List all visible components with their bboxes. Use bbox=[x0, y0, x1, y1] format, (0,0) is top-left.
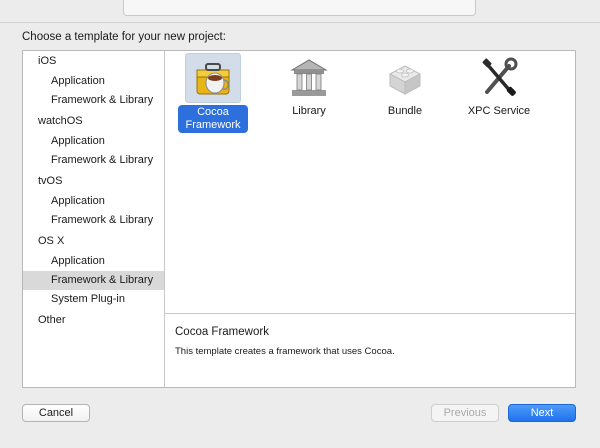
template-library[interactable]: Library bbox=[271, 51, 347, 133]
toolbar-field bbox=[123, 0, 476, 16]
platform-sidebar: iOS Application Framework & Library watc… bbox=[23, 51, 165, 387]
window-titlebar bbox=[0, 0, 600, 22]
sidebar-item-osx-application[interactable]: Application bbox=[23, 252, 164, 271]
sidebar-item-ios-framework-library[interactable]: Framework & Library bbox=[23, 91, 164, 110]
sidebar-section-tvos[interactable]: tvOS bbox=[23, 172, 164, 191]
lego-brick-icon bbox=[377, 53, 433, 103]
next-button[interactable]: Next bbox=[508, 404, 576, 422]
sidebar-section-osx[interactable]: OS X bbox=[23, 232, 164, 251]
sidebar-item-tvos-framework-library[interactable]: Framework & Library bbox=[23, 211, 164, 230]
template-bundle[interactable]: Bundle bbox=[367, 51, 443, 133]
template-label: Library bbox=[292, 105, 326, 117]
building-icon bbox=[281, 53, 337, 103]
template-label: XPC Service bbox=[467, 105, 531, 117]
tools-icon bbox=[471, 53, 527, 103]
sidebar-item-ios-application[interactable]: Application bbox=[23, 72, 164, 91]
sheet-prompt: Choose a template for your new project: bbox=[22, 31, 226, 43]
template-label: Cocoa Framework bbox=[178, 105, 248, 133]
sidebar-item-watchos-application[interactable]: Application bbox=[23, 132, 164, 151]
toolbox-icon bbox=[185, 53, 241, 103]
sidebar-item-watchos-framework-library[interactable]: Framework & Library bbox=[23, 151, 164, 170]
template-xpc-service[interactable]: XPC Service bbox=[461, 51, 537, 133]
sidebar-section-ios[interactable]: iOS bbox=[23, 52, 164, 71]
cancel-button[interactable]: Cancel bbox=[22, 404, 90, 422]
description-title: Cocoa Framework bbox=[175, 326, 269, 338]
description-text: This template creates a framework that u… bbox=[175, 346, 395, 357]
template-panel: iOS Application Framework & Library watc… bbox=[22, 50, 576, 388]
template-grid: Cocoa Framework Library Bundle XPC Servi… bbox=[165, 51, 575, 313]
sidebar-item-tvos-application[interactable]: Application bbox=[23, 192, 164, 211]
previous-button[interactable]: Previous bbox=[431, 404, 499, 422]
template-sheet: Choose a template for your new project: … bbox=[0, 22, 600, 448]
sidebar-item-osx-framework-library[interactable]: Framework & Library bbox=[23, 271, 164, 290]
sidebar-section-other[interactable]: Other bbox=[23, 311, 164, 330]
template-cocoa-framework[interactable]: Cocoa Framework bbox=[175, 51, 251, 133]
template-description-pane: Cocoa Framework This template creates a … bbox=[165, 313, 575, 387]
template-label: Bundle bbox=[387, 105, 423, 117]
sidebar-item-osx-system-plugin[interactable]: System Plug-in bbox=[23, 290, 164, 309]
sidebar-section-watchos[interactable]: watchOS bbox=[23, 112, 164, 131]
